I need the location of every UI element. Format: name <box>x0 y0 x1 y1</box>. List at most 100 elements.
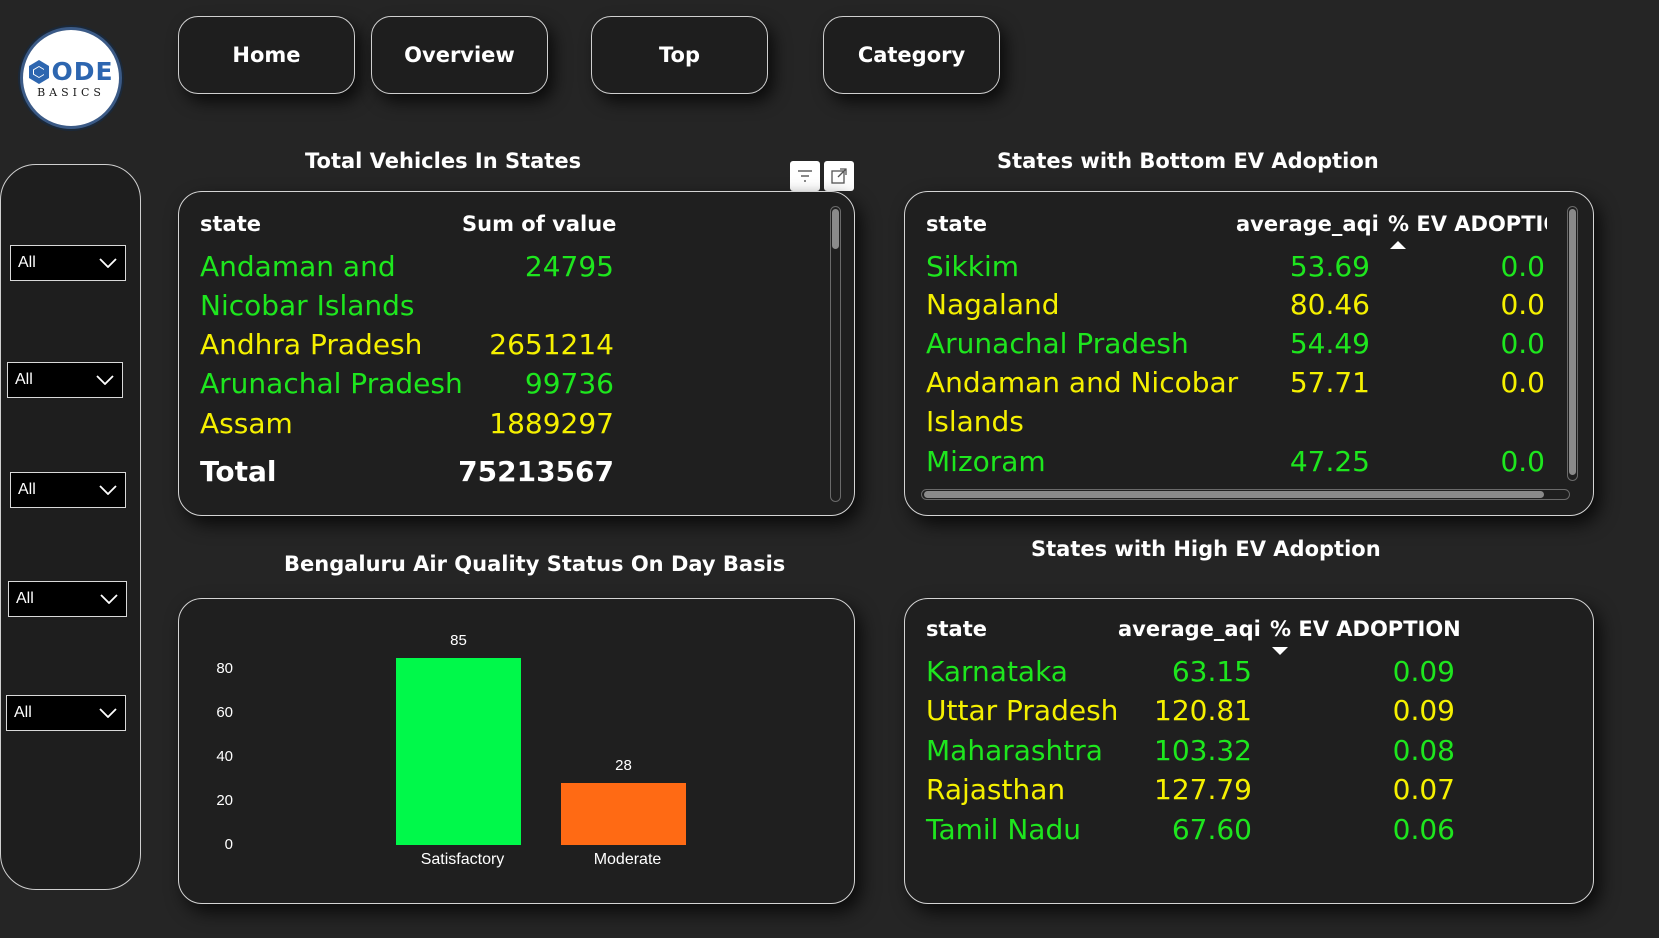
table-cell-aqi: 103.32 <box>1154 734 1252 767</box>
scrollbar-thumb[interactable] <box>832 209 839 249</box>
y-axis-tick-label: 20 <box>216 792 233 809</box>
total-vehicles-table: state Sum of value Andaman and Nicobar I… <box>178 191 855 516</box>
table-cell-ev: 0.0 <box>1500 250 1545 283</box>
table-cell-aqi: 63.15 <box>1171 655 1252 688</box>
slicer-dropdown-4[interactable]: All <box>8 581 127 617</box>
overview-button[interactable]: Overview <box>371 16 548 94</box>
table-cell-ev: 0.09 <box>1392 655 1455 688</box>
table-cell-ev: 0.08 <box>1392 734 1455 767</box>
aqi-bar-chart: 0 20 40 60 80 85 Satisfactory 28 Moderate <box>178 598 855 904</box>
logo-text: ODE <box>51 57 114 86</box>
table-cell-state: Maharashtra <box>926 734 1103 767</box>
home-button[interactable]: Home <box>178 16 355 94</box>
table-cell-aqi: 127.79 <box>1154 773 1252 806</box>
horizontal-scrollbar[interactable] <box>921 489 1570 500</box>
slicer-dropdown-5[interactable]: All <box>6 695 126 731</box>
chart-data-label: 85 <box>450 632 467 649</box>
bottom-ev-table: state average_aqi % EV ADOPTIOI Sikkim 5… <box>904 191 1594 516</box>
logo-subtext: BASICS <box>37 86 105 99</box>
sort-ascending-icon <box>1390 241 1406 249</box>
table-cell-ev: 0.0 <box>1500 445 1545 478</box>
vertical-scrollbar[interactable] <box>830 206 841 502</box>
slicer-dropdown-2[interactable]: All <box>7 362 123 398</box>
table-cell-ev: 0.0 <box>1500 288 1545 321</box>
chart-bar-moderate[interactable] <box>561 783 686 845</box>
slicer-value: All <box>16 590 34 607</box>
table-cell-state: Andaman and <box>200 250 396 283</box>
slicer-dropdown-1[interactable]: All <box>10 245 126 281</box>
column-header-average-aqi[interactable]: average_aqi <box>1118 617 1261 641</box>
chart-bar-satisfactory[interactable] <box>396 658 521 845</box>
column-header-state[interactable]: state <box>926 212 987 236</box>
table-cell-state: Andhra Pradesh <box>200 328 423 361</box>
table-cell-ev: 0.0 <box>1500 366 1545 399</box>
table-cell-ev: 0.06 <box>1392 813 1455 846</box>
table-cell-ev: 0.09 <box>1392 694 1455 727</box>
table-cell-value: 99736 <box>524 367 614 400</box>
bottom-ev-title: States with Bottom EV Adoption <box>997 149 1379 173</box>
table-cell-value: 24795 <box>524 250 614 283</box>
table-cell-state: Nicobar Islands <box>200 289 415 322</box>
table-cell-state: Andaman and Nicobar <box>926 366 1239 399</box>
category-button[interactable]: Category <box>823 16 1000 94</box>
column-header-average-aqi[interactable]: average_aqi <box>1236 212 1379 236</box>
scrollbar-thumb[interactable] <box>924 491 1544 498</box>
slicer-dropdown-3[interactable]: All <box>10 472 126 508</box>
table-cell-state: Assam <box>200 407 293 440</box>
column-header-state[interactable]: state <box>926 617 987 641</box>
chevron-down-icon <box>99 258 117 268</box>
chevron-down-icon <box>96 375 114 385</box>
filter-icon[interactable] <box>790 161 820 191</box>
top-button[interactable]: Top <box>591 16 768 94</box>
sort-descending-icon <box>1272 647 1288 655</box>
focus-mode-icon[interactable] <box>824 161 854 191</box>
chart-data-label: 28 <box>615 757 632 775</box>
table-cell-state: Rajasthan <box>926 773 1066 806</box>
scrollbar-thumb[interactable] <box>1569 209 1576 475</box>
table-cell-state: Nagaland <box>926 288 1060 321</box>
table-cell-state: Arunachal Pradesh <box>926 327 1189 360</box>
x-axis-category-label: Moderate <box>593 851 662 868</box>
table-cell-value: 1889297 <box>489 407 614 440</box>
column-header-ev-adoption[interactable]: % EV ADOPTIOI <box>1388 212 1547 236</box>
table-cell-aqi: 57.71 <box>1289 366 1370 399</box>
table-cell-state: Karnataka <box>926 655 1068 688</box>
slicer-value: All <box>18 254 36 271</box>
high-ev-table: state average_aqi % EV ADOPTION Karnatak… <box>904 598 1594 904</box>
y-axis-tick-label: 0 <box>224 836 233 853</box>
table-cell-ev: 0.0 <box>1500 327 1545 360</box>
vertical-scrollbar[interactable] <box>1567 206 1578 481</box>
table-cell-state: Tamil Nadu <box>926 813 1081 846</box>
chevron-down-icon <box>99 485 117 495</box>
aqi-chart-title: Bengaluru Air Quality Status On Day Basi… <box>284 552 786 576</box>
high-ev-title: States with High EV Adoption <box>1031 537 1381 561</box>
table-cell-value: 2651214 <box>489 328 614 361</box>
codebasics-logo: ODE BASICS <box>20 27 122 129</box>
table-cell-aqi: 80.46 <box>1289 288 1370 321</box>
table-cell-aqi: 67.60 <box>1171 813 1252 846</box>
y-axis-tick-label: 60 <box>216 704 233 721</box>
table-cell-state: Sikkim <box>926 250 1020 283</box>
column-header-sum-of-value[interactable]: Sum of value <box>462 212 616 236</box>
x-axis-category-label: Satisfactory <box>420 851 505 868</box>
y-axis-tick-label: 40 <box>216 748 233 765</box>
table-cell-aqi: 54.49 <box>1289 327 1370 360</box>
table-cell-state: Islands <box>926 405 1024 438</box>
table-total-value: 75213567 <box>458 455 614 488</box>
slicer-value: All <box>14 704 32 721</box>
table-cell-aqi: 47.25 <box>1289 445 1370 478</box>
chevron-down-icon <box>99 708 117 718</box>
slicer-value: All <box>18 481 36 498</box>
table-cell-aqi: 120.81 <box>1154 694 1252 727</box>
table-cell-state: Mizoram <box>926 445 1046 478</box>
slicer-value: All <box>15 371 33 388</box>
column-header-state[interactable]: state <box>200 212 261 236</box>
table-cell-state: Arunachal Pradesh <box>200 367 463 400</box>
y-axis-tick-label: 80 <box>216 660 233 677</box>
total-vehicles-title: Total Vehicles In States <box>305 149 582 173</box>
column-header-ev-adoption[interactable]: % EV ADOPTION <box>1270 617 1461 641</box>
hexagon-c-icon <box>29 59 50 84</box>
table-cell-state: Uttar Pradesh <box>926 694 1119 727</box>
table-cell-aqi: 53.69 <box>1289 250 1370 283</box>
table-cell-ev: 0.07 <box>1392 773 1455 806</box>
